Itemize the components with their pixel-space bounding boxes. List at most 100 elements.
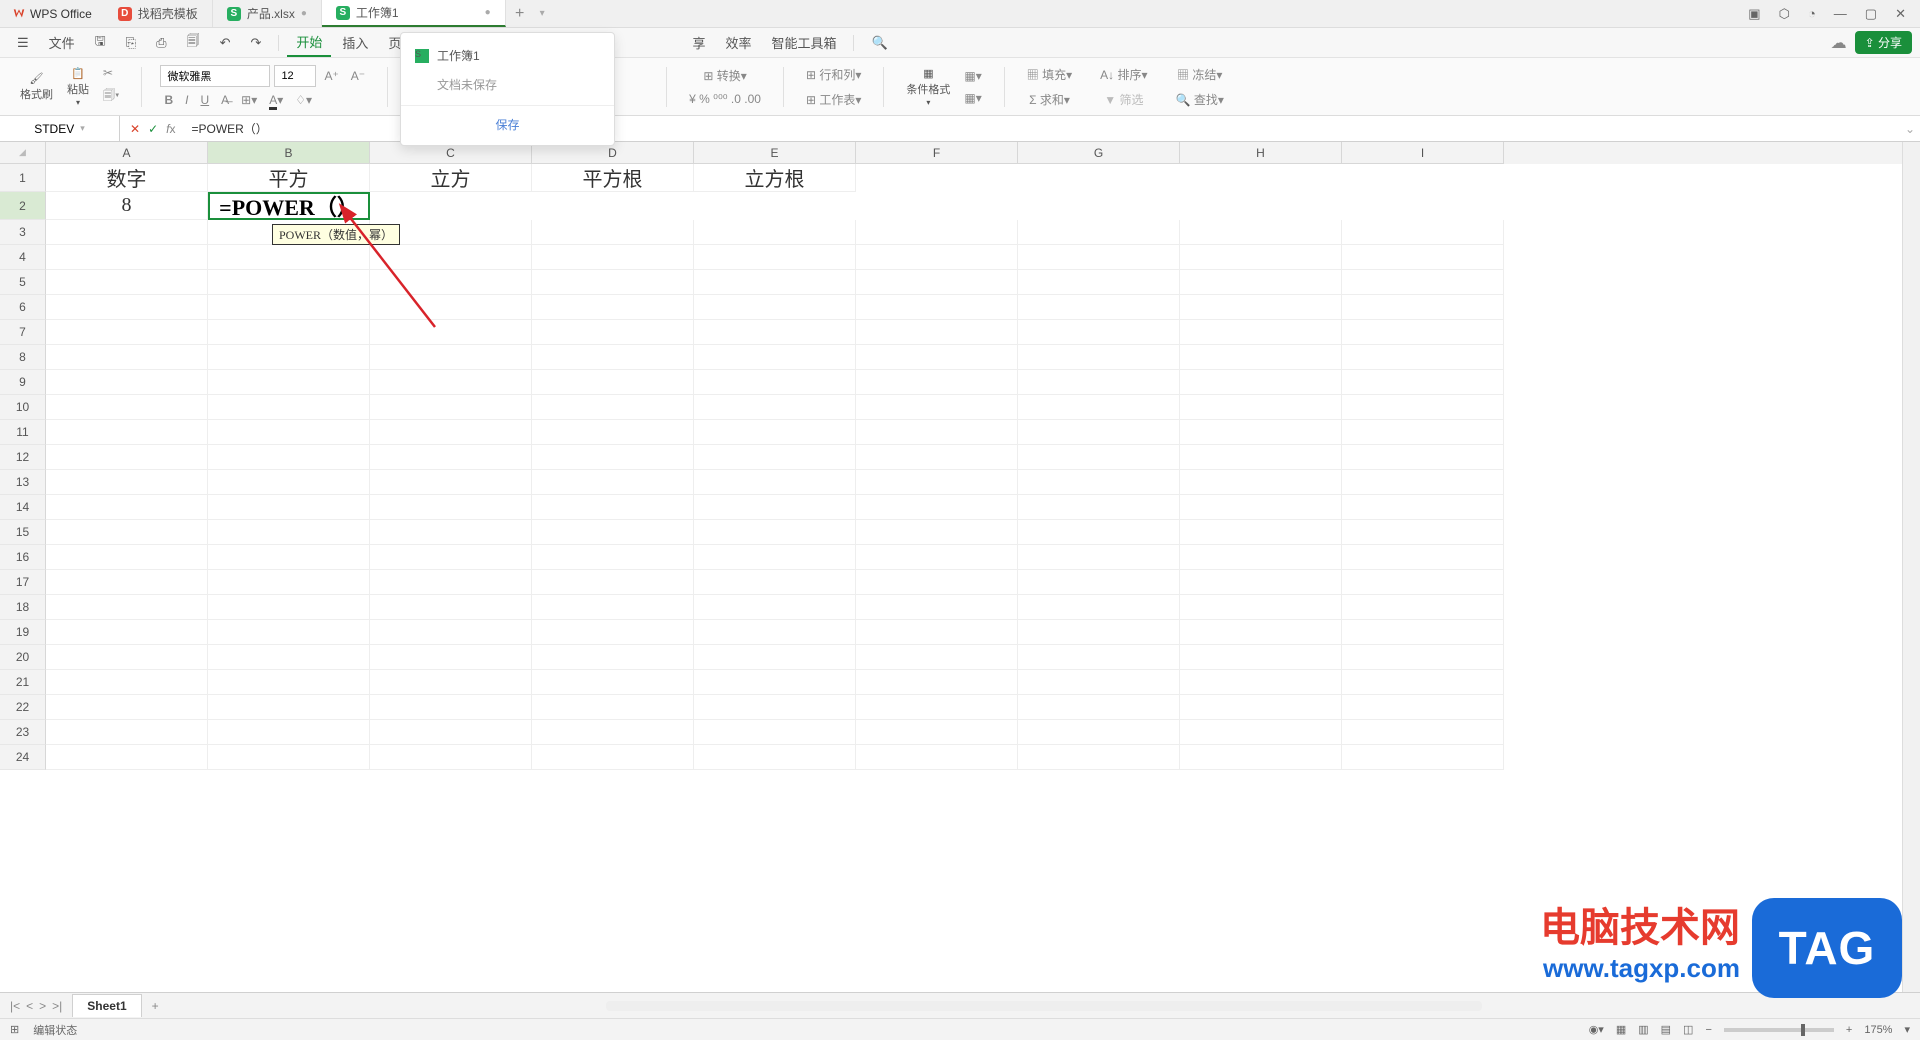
- spreadsheet-grid[interactable]: ◢ ABCDEFGHI 1234567891011121314151617181…: [0, 142, 1920, 992]
- cell[interactable]: [370, 345, 532, 370]
- convert-button[interactable]: ⊞ 转换▾: [699, 65, 750, 86]
- cell[interactable]: [1018, 445, 1180, 470]
- cell[interactable]: [856, 620, 1018, 645]
- cell[interactable]: [208, 245, 370, 270]
- cell[interactable]: [1018, 395, 1180, 420]
- cell[interactable]: [46, 220, 208, 245]
- cell[interactable]: [46, 720, 208, 745]
- zoom-menu-icon[interactable]: ▾: [1904, 1023, 1910, 1036]
- tab-menu-icon[interactable]: ●: [485, 7, 491, 18]
- cell[interactable]: [46, 470, 208, 495]
- cell[interactable]: [1342, 595, 1504, 620]
- cell[interactable]: [46, 520, 208, 545]
- cancel-formula-icon[interactable]: ✕: [130, 122, 140, 136]
- cell[interactable]: [694, 220, 856, 245]
- cell[interactable]: [370, 695, 532, 720]
- cell[interactable]: [208, 495, 370, 520]
- cell[interactable]: [46, 745, 208, 770]
- italic-icon[interactable]: I: [181, 91, 192, 109]
- cube-icon[interactable]: ⬡: [1779, 6, 1790, 22]
- cell[interactable]: [1018, 495, 1180, 520]
- cell[interactable]: [1180, 420, 1342, 445]
- row-header-19[interactable]: 19: [0, 620, 46, 645]
- paste-button[interactable]: 📋粘贴▾: [63, 65, 93, 109]
- cell[interactable]: [532, 595, 694, 620]
- view-custom-icon[interactable]: ◫: [1683, 1023, 1693, 1036]
- export-icon[interactable]: ⎘: [117, 31, 145, 55]
- share-button[interactable]: ⇪ 分享: [1855, 31, 1912, 54]
- cloud-icon[interactable]: ☁: [1831, 33, 1847, 53]
- cell[interactable]: [370, 470, 532, 495]
- cell[interactable]: [856, 370, 1018, 395]
- copy-icon[interactable]: 🗐▾: [99, 84, 123, 109]
- cell[interactable]: [46, 395, 208, 420]
- cell[interactable]: [856, 645, 1018, 670]
- cell[interactable]: [532, 320, 694, 345]
- cell[interactable]: [1018, 470, 1180, 495]
- cell[interactable]: [1342, 720, 1504, 745]
- sheet-last-icon[interactable]: >|: [52, 999, 62, 1013]
- cell[interactable]: [694, 720, 856, 745]
- cell[interactable]: [856, 220, 1018, 245]
- cell[interactable]: [208, 670, 370, 695]
- cell[interactable]: [694, 645, 856, 670]
- cell[interactable]: [694, 395, 856, 420]
- sheet-first-icon[interactable]: |<: [10, 999, 20, 1013]
- cell[interactable]: [1018, 520, 1180, 545]
- cell[interactable]: [370, 545, 532, 570]
- accept-formula-icon[interactable]: ✓: [148, 122, 158, 136]
- menu-start[interactable]: 开始: [287, 28, 331, 57]
- cell[interactable]: [532, 245, 694, 270]
- row-header-2[interactable]: 2: [0, 192, 46, 220]
- cell[interactable]: [1342, 520, 1504, 545]
- col-header-E[interactable]: E: [694, 142, 856, 164]
- cell[interactable]: [208, 545, 370, 570]
- cell-C1[interactable]: 立方: [370, 164, 532, 192]
- cell[interactable]: [370, 595, 532, 620]
- row-header-7[interactable]: 7: [0, 320, 46, 345]
- cell[interactable]: [46, 345, 208, 370]
- freeze-button[interactable]: ▦ 冻结▾: [1173, 64, 1226, 85]
- cell[interactable]: [694, 270, 856, 295]
- row-header-4[interactable]: 4: [0, 245, 46, 270]
- menu-smart[interactable]: 智能工具箱: [762, 29, 845, 56]
- cell[interactable]: [1180, 720, 1342, 745]
- cell[interactable]: [856, 295, 1018, 320]
- row-header-1[interactable]: 1: [0, 164, 46, 192]
- cell[interactable]: [694, 320, 856, 345]
- cell[interactable]: [532, 695, 694, 720]
- cell[interactable]: [208, 720, 370, 745]
- cell[interactable]: [1018, 720, 1180, 745]
- cell[interactable]: [1342, 620, 1504, 645]
- name-box[interactable]: STDEV▾: [0, 116, 120, 141]
- sheet-prev-icon[interactable]: <: [26, 999, 33, 1013]
- cell[interactable]: [208, 395, 370, 420]
- cell[interactable]: [46, 670, 208, 695]
- cell[interactable]: [1018, 670, 1180, 695]
- cell[interactable]: [532, 520, 694, 545]
- cell[interactable]: [370, 620, 532, 645]
- cell[interactable]: [208, 470, 370, 495]
- cell[interactable]: [1180, 295, 1342, 320]
- cell[interactable]: [694, 695, 856, 720]
- chevron-down-icon[interactable]: ▾: [534, 8, 551, 19]
- row-header-22[interactable]: 22: [0, 695, 46, 720]
- cell[interactable]: [856, 270, 1018, 295]
- cell[interactable]: [1018, 620, 1180, 645]
- col-header-B[interactable]: B: [208, 142, 370, 164]
- cell[interactable]: [694, 470, 856, 495]
- cell[interactable]: [370, 370, 532, 395]
- cell[interactable]: [1342, 645, 1504, 670]
- cell[interactable]: [1180, 270, 1342, 295]
- cell[interactable]: [694, 370, 856, 395]
- cell[interactable]: [856, 570, 1018, 595]
- vertical-scrollbar[interactable]: [1902, 142, 1920, 992]
- filter-button[interactable]: ▼ 筛选: [1100, 89, 1147, 110]
- cell[interactable]: [1018, 570, 1180, 595]
- worksheet-button[interactable]: ⊞ 工作表▾: [802, 89, 865, 110]
- new-tab-button[interactable]: +: [506, 5, 534, 23]
- find-button[interactable]: 🔍 查找▾: [1172, 89, 1228, 110]
- undo-icon[interactable]: ↶: [211, 31, 240, 55]
- cell[interactable]: [1180, 645, 1342, 670]
- cell[interactable]: [1342, 570, 1504, 595]
